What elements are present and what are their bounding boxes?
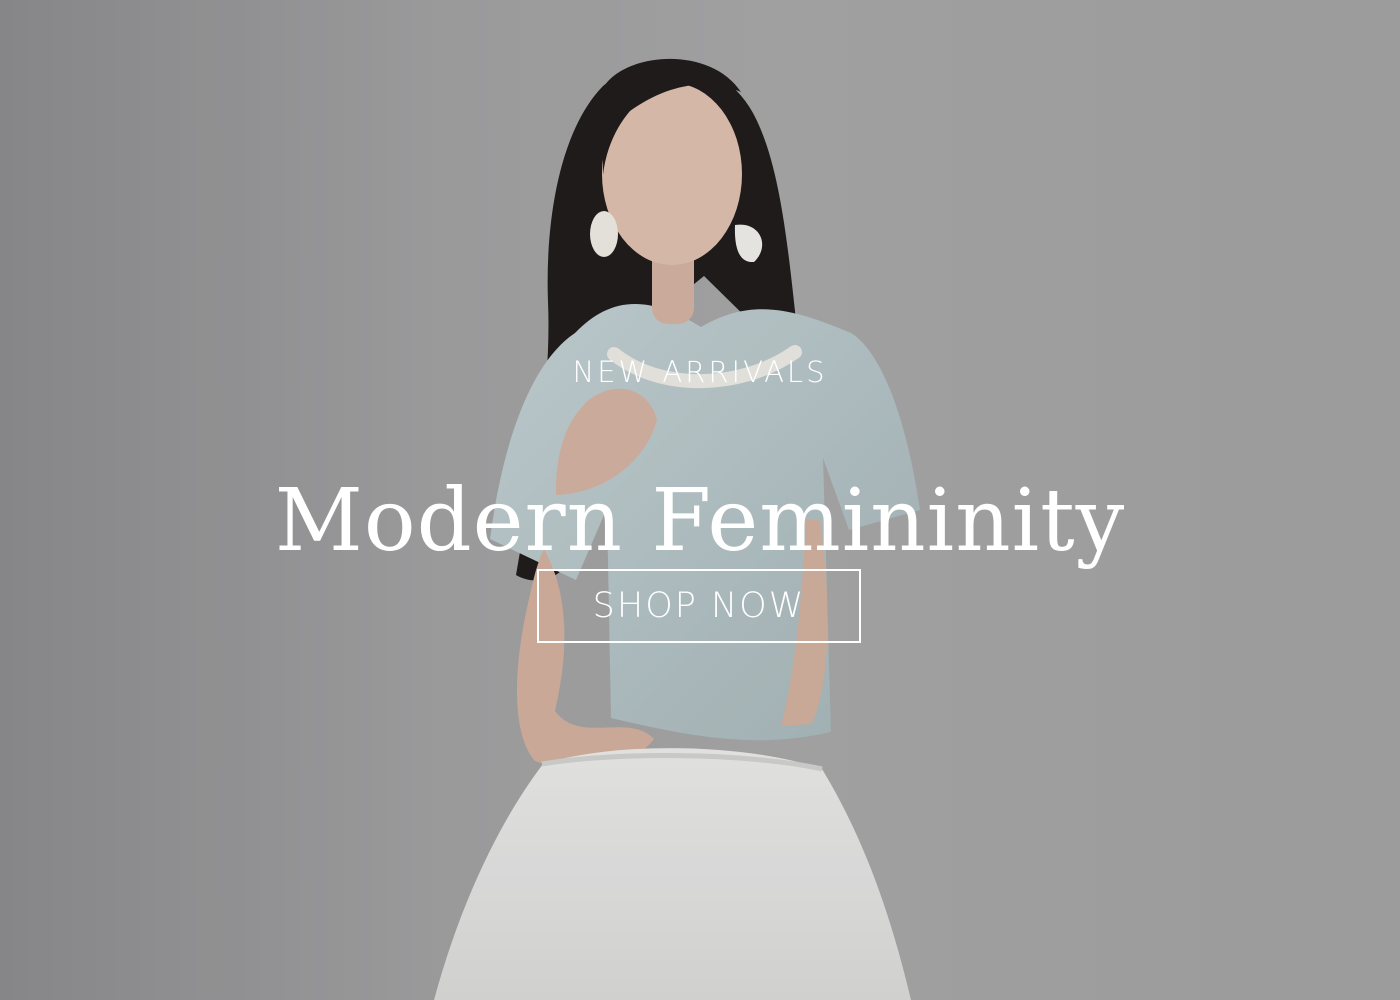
- new-arrivals-label: NEW ARRIVALS: [572, 355, 828, 389]
- hero-title: Modern Femininity: [274, 470, 1126, 571]
- shop-now-button[interactable]: SHOP NOW: [537, 569, 861, 643]
- hero-banner: NEW ARRIVALS Modern Femininity SHOP NOW: [0, 0, 1400, 1000]
